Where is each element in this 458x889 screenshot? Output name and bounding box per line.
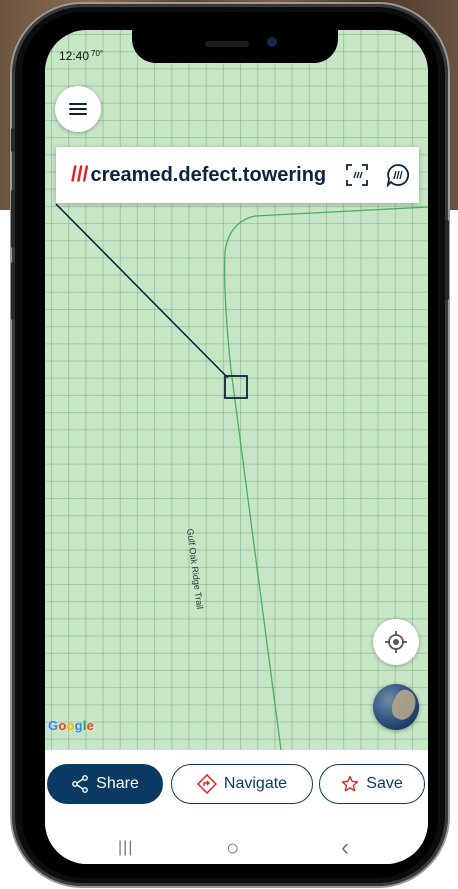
save-label: Save [366, 775, 403, 792]
address-words: creamed.defect.towering [90, 163, 327, 186]
selected-square [224, 375, 248, 399]
phone-screen: Gulf Oak Ridge Trail 12:40 70° /// creame… [45, 30, 428, 864]
voice-address-icon[interactable] [386, 163, 410, 187]
action-panel: Share Navigate Save ||| ○ ‹ [45, 750, 428, 864]
locate-button[interactable] [373, 619, 419, 665]
pin-leader-line [55, 203, 229, 379]
power-button [445, 220, 449, 300]
map-view[interactable]: Gulf Oak Ridge Trail [45, 30, 428, 750]
navigate-button[interactable]: Navigate [171, 764, 313, 804]
status-temperature: 70° [91, 49, 104, 58]
share-icon [72, 775, 89, 793]
save-button[interactable]: Save [319, 764, 425, 804]
star-icon [342, 775, 359, 792]
home-button[interactable]: ○ [226, 835, 239, 861]
scan-address-icon[interactable] [345, 163, 369, 187]
address-bar[interactable]: /// creamed.defect.towering [56, 147, 419, 203]
system-navigation-bar: ||| ○ ‹ [45, 834, 428, 864]
menu-button[interactable] [55, 86, 101, 132]
recents-button[interactable]: ||| [118, 839, 133, 857]
share-button[interactable]: Share [47, 764, 163, 804]
share-label: Share [96, 775, 139, 792]
address-slashes: /// [71, 163, 89, 186]
navigate-icon [196, 774, 217, 794]
google-logo: Google [48, 718, 95, 733]
hamburger-menu-icon [69, 103, 87, 115]
status-bar: 12:40 70° [59, 49, 103, 63]
status-time: 12:40 [59, 49, 90, 63]
navigate-label: Navigate [223, 775, 288, 792]
front-camera [267, 37, 277, 47]
speaker-grille [205, 41, 249, 47]
map-overlay [55, 203, 428, 750]
phone-notch [132, 30, 338, 63]
my-location-icon [385, 631, 407, 653]
mute-switch [11, 128, 15, 152]
volume-up-button [11, 190, 15, 248]
volume-down-button [11, 262, 15, 320]
satellite-view-icon [387, 686, 419, 724]
back-button[interactable]: ‹ [341, 834, 349, 862]
map-type-button[interactable] [373, 684, 419, 730]
road-line [223, 206, 428, 750]
